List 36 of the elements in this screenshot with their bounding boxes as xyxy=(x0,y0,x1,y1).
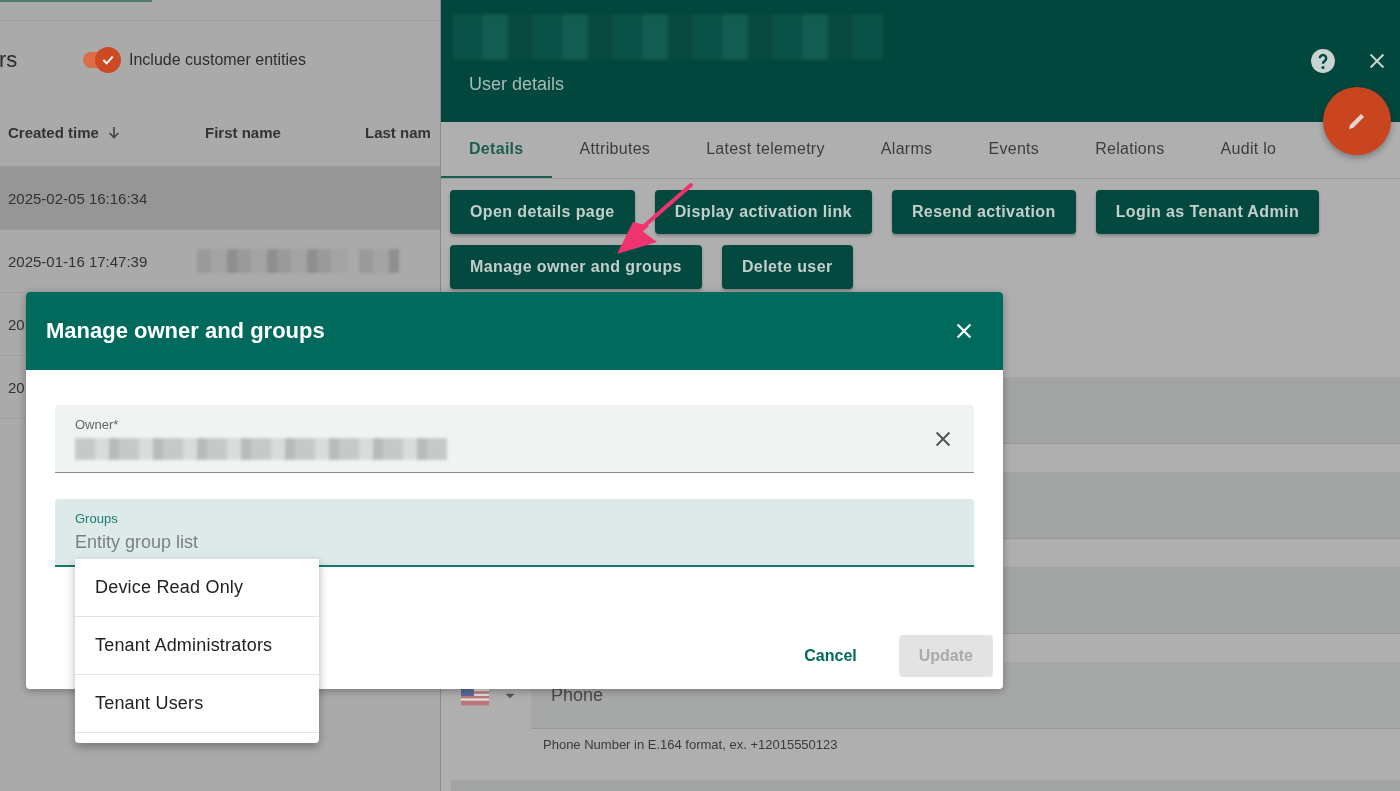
menu-item[interactable]: Tenant Users xyxy=(75,675,319,733)
tab[interactable]: Audit lo xyxy=(1192,122,1305,178)
tab[interactable]: Attributes xyxy=(551,122,679,178)
help-icon[interactable] xyxy=(1310,48,1336,74)
table-cell: 20 xyxy=(8,315,25,333)
column-header[interactable]: Created time xyxy=(0,123,205,142)
action-button[interactable]: Manage owner and groups xyxy=(450,245,702,289)
groups-field[interactable]: Groups Entity group list xyxy=(55,499,974,567)
toggle-label: Include customer entities xyxy=(129,51,306,69)
column-header[interactable]: First name xyxy=(205,124,365,141)
tab[interactable]: Alarms xyxy=(852,122,961,178)
panel-title: rs xyxy=(0,47,19,73)
field-hint: Phone Number in E.164 format, ex. +12015550123 xyxy=(542,736,839,752)
tab[interactable]: Details xyxy=(441,122,552,178)
action-button[interactable]: Resend activation xyxy=(891,190,1076,234)
blurred-text xyxy=(359,249,400,273)
field-label: Groups xyxy=(75,511,119,526)
dialog-title: Manage owner and groups xyxy=(46,318,325,344)
drawer-subtitle: User details xyxy=(469,74,566,95)
owner-field[interactable]: Owner* xyxy=(55,405,974,473)
action-button[interactable]: Delete user xyxy=(721,245,853,289)
column-header[interactable]: Last nam xyxy=(365,124,440,141)
tab[interactable]: Latest telemetry xyxy=(678,122,853,178)
table-cell: 2025-01-16 17:47:39 xyxy=(8,252,148,270)
tab[interactable]: Relations xyxy=(1067,122,1193,178)
menu-item[interactable]: Device Read Only xyxy=(75,559,319,617)
action-button[interactable]: Login as Tenant Admin xyxy=(1095,190,1320,234)
field-label: Owner* xyxy=(75,417,120,432)
text-input[interactable]: Entity group list xyxy=(75,532,475,553)
tab[interactable]: Events xyxy=(960,122,1068,178)
table-cell: 2025-02-05 16:16:34 xyxy=(8,189,148,207)
action-button[interactable]: Open details page xyxy=(450,190,635,234)
action-button[interactable]: Display activation link xyxy=(654,190,872,234)
menu-item[interactable]: Tenant Administrators xyxy=(75,617,319,675)
table-cell: 20 xyxy=(8,378,25,396)
table-row[interactable]: 2025-02-05 16:16:34 xyxy=(0,167,440,230)
